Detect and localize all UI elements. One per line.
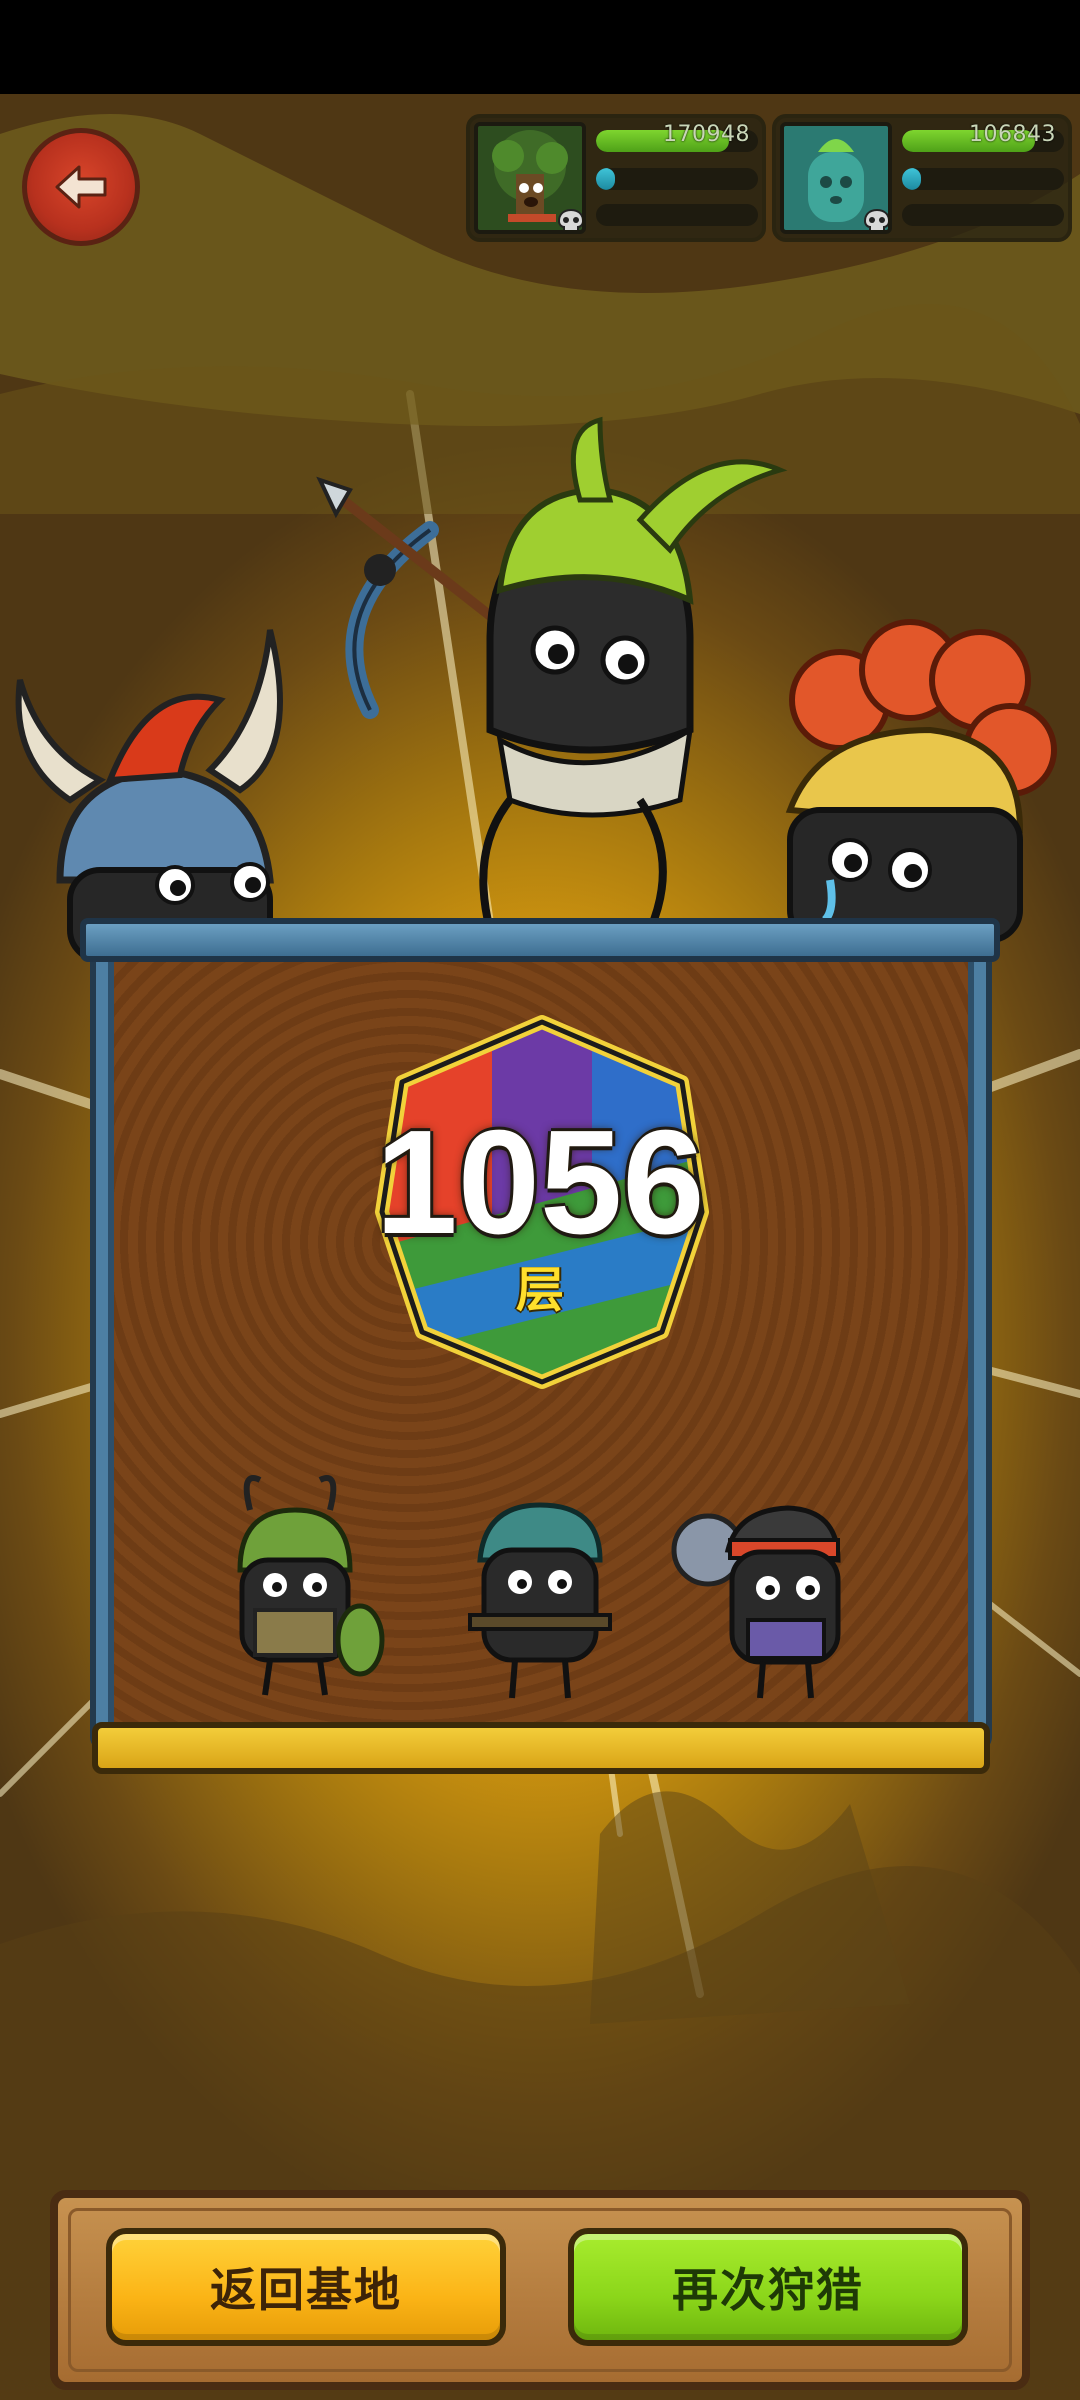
enemy-extra-bar [596,204,758,226]
bouquet-hero [671,1505,841,1699]
enemy-card: 106843 [772,114,1072,242]
board-bottom-rail [92,1722,990,1774]
floor-unit-label: 层 [515,1262,564,1318]
slime-monster-portrait [780,122,892,234]
enemy-card: 170948 [466,114,766,242]
enemy-energy-bar [902,168,1064,190]
viking-hero [15,629,283,960]
status-bar [0,0,1080,94]
helmet-hero [785,619,1057,943]
enemy-hp-value: 106843 [969,122,1056,147]
skull-icon [557,208,582,230]
rifle-hero [468,1502,612,1699]
hunt-again-button[interactable]: 再次狩猎 [568,2228,968,2346]
tree-monster-portrait [474,122,586,234]
enemy-hp-value: 170948 [663,122,750,147]
game-screen: 170948 106843 1056 层 返回基地 再次狩猎 [0,0,1080,2400]
return-base-button[interactable]: 返回基地 [106,2228,506,2346]
skull-icon [863,208,888,230]
board-top-rail [80,918,1000,962]
beetle-hero [237,1475,385,1696]
enemy-energy-bar [596,168,758,190]
floor-number: 1056 [375,1100,705,1265]
back-arrow-icon [55,165,107,209]
back-button[interactable] [22,128,140,246]
enemy-extra-bar [902,204,1064,226]
